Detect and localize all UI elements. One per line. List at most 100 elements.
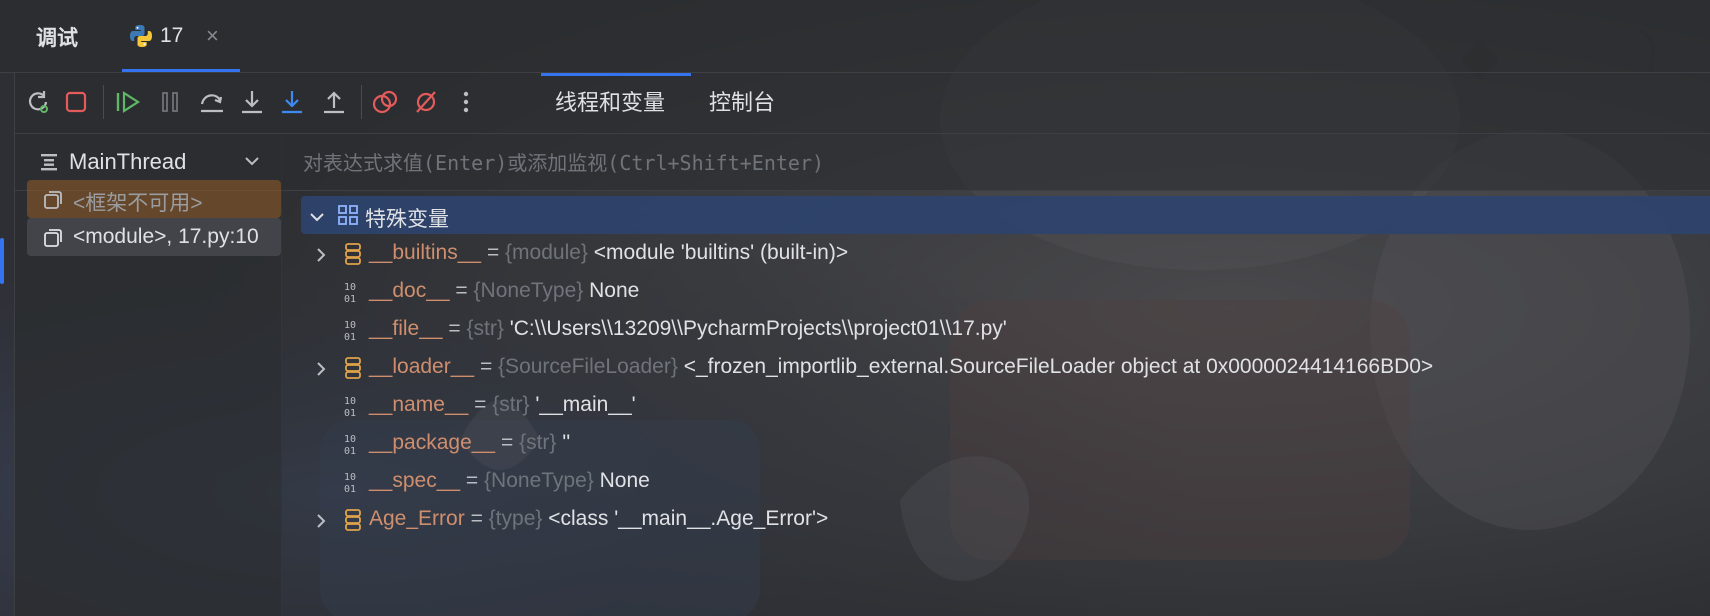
close-tab-icon[interactable]: × (206, 23, 219, 49)
svg-text:01: 01 (344, 294, 356, 304)
svg-text:01: 01 (344, 408, 356, 418)
tool-window-title: 调试 (36, 27, 78, 50)
variable-name: __spec__ (369, 469, 461, 492)
special-variables-group[interactable]: 特殊变量 (301, 196, 1710, 234)
equals-sign: = (448, 317, 461, 340)
variable-type: {SourceFileLoader} (498, 355, 678, 378)
debug-tool-window-header: 调试 17 × (0, 0, 1710, 73)
chevron-right-icon[interactable] (313, 245, 329, 269)
object-icon (343, 356, 363, 386)
binary-icon: 10 01 (343, 432, 365, 462)
mute-breakpoints-icon[interactable] (411, 87, 441, 117)
variable-type: {str} (519, 431, 557, 454)
tab-threads-variables[interactable]: 线程和变量 (555, 73, 665, 133)
variable-name: Age_Error (369, 507, 465, 530)
variable-type: {str} (492, 393, 530, 416)
variable-value: <module 'builtins' (built-in)> (593, 241, 849, 264)
stop-icon[interactable] (61, 87, 91, 117)
resume-icon[interactable] (113, 87, 143, 117)
variables-panel: 特殊变量 __builtins__ = {module} <module 'bu… (281, 134, 1710, 616)
svg-text:01: 01 (344, 484, 356, 494)
svg-text:01: 01 (344, 446, 356, 456)
thread-icon (39, 152, 59, 178)
variable-row[interactable]: 10 01 __package__ = {str} '' (281, 424, 1710, 462)
active-tab-indicator (122, 69, 240, 72)
variable-text: __package__ = {str} '' (369, 431, 570, 455)
object-icon (343, 508, 363, 538)
equals-sign: = (455, 279, 468, 302)
variable-type: {module} (505, 241, 588, 264)
equals-sign: = (465, 469, 479, 492)
evaluate-expression-input[interactable] (301, 146, 1685, 180)
variable-name: __loader__ (369, 355, 475, 378)
variable-name: __doc__ (369, 279, 450, 302)
svg-text:10: 10 (344, 320, 356, 331)
grid-icon (337, 204, 359, 232)
thread-name: MainThread (69, 149, 187, 174)
run-config-tab[interactable]: 17 × (122, 0, 240, 72)
equals-sign: = (500, 431, 514, 454)
variable-text: __name__ = {str} '__main__' (369, 393, 636, 417)
variable-type: {NoneType} (484, 469, 594, 492)
more-icon[interactable] (451, 87, 481, 117)
variable-text: __loader__ = {SourceFileLoader} <_frozen… (369, 355, 1433, 379)
pause-icon[interactable] (155, 87, 185, 117)
step-out-icon[interactable] (319, 87, 349, 117)
rerun-icon[interactable] (23, 87, 53, 117)
chevron-right-icon[interactable] (313, 359, 329, 383)
variable-value: 'C:\\Users\\13209\\PycharmProjects\\proj… (509, 317, 1007, 340)
svg-text:01: 01 (344, 332, 356, 342)
python-icon (128, 23, 154, 55)
variable-name: __name__ (369, 393, 469, 416)
binary-icon: 10 01 (343, 280, 365, 310)
variable-row[interactable]: Age_Error = {type} <class '__main__.Age_… (281, 500, 1710, 538)
variable-value: '' (562, 431, 571, 454)
svg-text:10: 10 (344, 434, 356, 445)
debug-toolbar: 线程和变量 控制台 (14, 73, 1710, 134)
chevron-right-icon[interactable] (313, 511, 329, 535)
variable-type: {type} (488, 507, 543, 530)
variable-value: <_frozen_importlib_external.SourceFileLo… (683, 355, 1434, 378)
step-into-icon[interactable] (237, 87, 267, 117)
chevron-down-icon (243, 152, 261, 176)
frame-label: <module>, 17.py:10 (73, 225, 259, 248)
toolbar-separator (103, 85, 104, 119)
variable-value: None (599, 469, 650, 492)
variable-row[interactable]: 10 01 __doc__ = {NoneType} None (281, 272, 1710, 310)
step-over-icon[interactable] (197, 87, 227, 117)
chevron-down-icon[interactable] (309, 207, 325, 231)
svg-text:10: 10 (344, 472, 356, 483)
binary-icon: 10 01 (343, 470, 365, 500)
variable-value: None (589, 279, 640, 302)
variable-name: __file__ (369, 317, 443, 340)
frame-label: <框架不可用> (73, 192, 203, 215)
frame-item-unavailable[interactable]: <框架不可用> (27, 180, 281, 218)
variable-row[interactable]: __loader__ = {SourceFileLoader} <_frozen… (281, 348, 1710, 386)
run-tab-label: 17 (160, 24, 184, 47)
variable-row[interactable]: 10 01 __spec__ = {NoneType} None (281, 462, 1710, 500)
equals-sign: = (479, 355, 493, 378)
binary-icon: 10 01 (343, 394, 365, 424)
frame-icon (43, 228, 63, 254)
step-into-my-code-icon[interactable] (277, 87, 307, 117)
view-breakpoints-icon[interactable] (371, 87, 401, 117)
svg-text:10: 10 (344, 396, 356, 407)
evaluate-expression-bar (281, 134, 1710, 191)
variable-text: Age_Error = {type} <class '__main__.Age_… (369, 507, 828, 531)
binary-icon: 10 01 (343, 318, 365, 348)
toolbar-separator (361, 85, 362, 119)
equals-sign: = (474, 393, 487, 416)
active-tab-indicator (541, 73, 691, 76)
current-frame-marker (0, 238, 4, 284)
variable-row[interactable]: 10 01 __file__ = {str} 'C:\\Users\\13209\\… (281, 310, 1710, 348)
frames-panel: MainThread <框架不可用> <module>, 17.py:10 (14, 134, 282, 616)
variable-value: <class '__main__.Age_Error'> (548, 507, 829, 530)
variable-type: {str} (466, 317, 504, 340)
frame-icon (43, 190, 63, 216)
tab-console[interactable]: 控制台 (709, 73, 775, 133)
group-label: 特殊变量 (365, 208, 449, 231)
frame-item-current[interactable]: <module>, 17.py:10 (27, 218, 281, 256)
variable-row[interactable]: 10 01 __name__ = {str} '__main__' (281, 386, 1710, 424)
variable-row[interactable]: __builtins__ = {module} <module 'builtin… (281, 234, 1710, 272)
variable-name: __builtins__ (369, 241, 482, 264)
